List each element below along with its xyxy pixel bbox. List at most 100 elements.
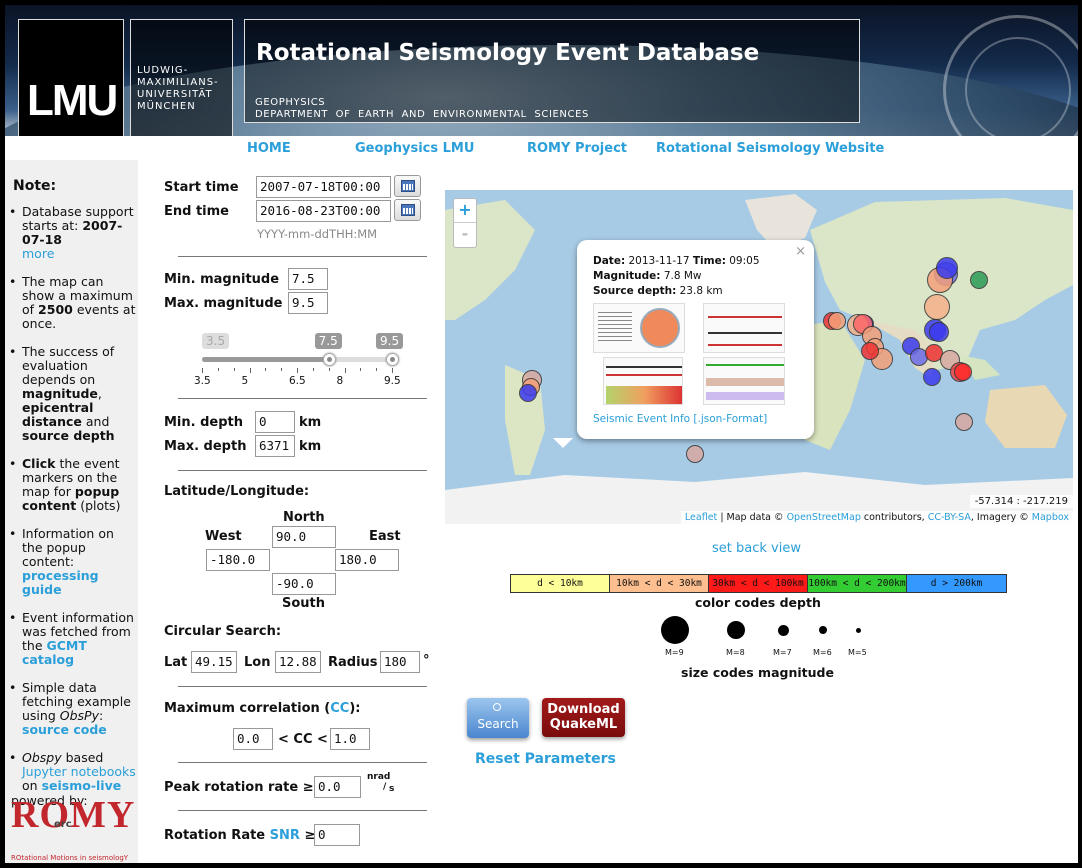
slider-low-handle[interactable] xyxy=(322,353,336,366)
waveform-thumbnail-1[interactable] xyxy=(703,303,785,353)
end-time-input[interactable]: 2016-08-23T00:00 xyxy=(256,200,391,222)
event-marker[interactable] xyxy=(936,257,958,279)
download-quakeml-button[interactable]: Download QuakeML xyxy=(542,698,625,737)
north-input[interactable]: 90.0 xyxy=(272,526,336,548)
east-input[interactable]: 180.0 xyxy=(335,549,399,571)
lmu-logo[interactable]: LMU xyxy=(18,19,124,136)
cc-low-input[interactable]: 0.0 xyxy=(233,728,273,750)
end-calendar-button[interactable] xyxy=(394,199,421,221)
snr-input[interactable]: 0 xyxy=(314,824,360,846)
slider-tick-label: 9.5 xyxy=(384,375,401,387)
slider-tick-label: 8 xyxy=(336,375,344,387)
event-marker[interactable] xyxy=(828,312,846,330)
lat-input[interactable]: 49.15 xyxy=(191,651,237,673)
popup-close-icon[interactable]: × xyxy=(795,244,806,259)
min-depth-input[interactable]: 0 xyxy=(255,411,295,433)
waveform-thumbnail-2[interactable] xyxy=(603,357,683,405)
waveform-thumbnail-3[interactable] xyxy=(703,357,785,405)
min-magnitude-input[interactable]: 7.5 xyxy=(288,268,328,290)
note-obspy-example: Simple data fetching example using ObsPy… xyxy=(5,681,138,737)
magnitude-size-label: M=5 xyxy=(848,648,867,657)
event-marker[interactable] xyxy=(970,271,988,289)
leaflet-link[interactable]: Leaflet xyxy=(685,512,717,523)
event-marker[interactable] xyxy=(686,445,704,463)
magnitude-size-dot xyxy=(819,626,827,634)
slider-high-handle[interactable] xyxy=(386,353,399,366)
start-time-input[interactable]: 2007-07-18T00:00 xyxy=(256,176,391,198)
cc-link[interactable]: CC xyxy=(330,701,349,716)
snr-link[interactable]: SNR xyxy=(270,828,300,843)
event-marker[interactable] xyxy=(954,363,972,381)
west-input[interactable]: -180.0 xyxy=(206,549,270,571)
department-subtitle: GEOPHYSICS DEPARTMENT OF EARTH AND ENVIR… xyxy=(255,97,589,120)
event-map-thumbnail[interactable] xyxy=(593,303,685,353)
event-map[interactable]: + - × Date: 2013-11-17 Time: 09:05 Magni… xyxy=(445,190,1073,524)
source-code-link[interactable]: source code xyxy=(22,722,107,737)
set-back-view-link[interactable]: set back view xyxy=(712,541,801,556)
date-format-hint: YYYY-mm-ddTHH:MM xyxy=(257,227,378,241)
zoom-out-button[interactable]: - xyxy=(454,223,476,247)
slider-tick xyxy=(233,368,235,371)
magnitude-size-dot xyxy=(661,616,689,644)
divider xyxy=(178,686,427,687)
slider-tick xyxy=(265,368,267,371)
event-marker[interactable] xyxy=(929,322,949,342)
event-marker[interactable] xyxy=(861,342,879,360)
radius-input[interactable]: 180 xyxy=(380,651,420,673)
note-gcmt: Event information was fetched from the G… xyxy=(5,611,138,667)
note-click-markers: Click the event markers on the map for p… xyxy=(5,457,138,513)
divider xyxy=(178,810,427,811)
peak-rotation-input[interactable]: 0.0 xyxy=(314,776,361,798)
max-depth-unit: km xyxy=(299,439,322,454)
nav-rotational-seismology-website[interactable]: Rotational Seismology Website xyxy=(656,141,884,156)
search-button[interactable]: Search xyxy=(467,698,529,738)
event-marker[interactable] xyxy=(955,413,973,431)
mapbox-link[interactable]: Mapbox xyxy=(1032,512,1069,523)
nav-romy-project[interactable]: ROMY Project xyxy=(527,141,627,156)
calendar-icon xyxy=(401,180,415,192)
search-button-label: Search xyxy=(477,717,519,731)
depth-bin: d < 10km xyxy=(511,575,610,592)
magnitude-size-dot xyxy=(855,627,861,633)
note-database-start: Database support starts at: 2007-07-18 m… xyxy=(5,205,138,261)
depth-legend-caption: color codes depth xyxy=(695,595,821,610)
romy-logo-text: ROMY xyxy=(11,794,136,836)
processing-guide-link[interactable]: processing guide xyxy=(22,568,99,597)
slider-tick xyxy=(217,368,219,371)
magnitude-size-dot xyxy=(727,621,745,639)
start-calendar-button[interactable] xyxy=(394,175,421,197)
romy-logo[interactable]: ROMY erc ROtational Motions in seismolog… xyxy=(9,794,136,862)
start-time-label: Start time xyxy=(164,180,239,195)
event-marker[interactable] xyxy=(519,384,537,402)
depth-bin: d > 200km xyxy=(907,575,1006,592)
romy-logo-subtitle: ROtational Motions in seismologY xyxy=(11,854,129,862)
osm-link[interactable]: OpenStreetMap xyxy=(787,512,861,523)
popup-json-link[interactable]: Seismic Event Info [.json-Format] xyxy=(593,413,767,425)
cc-by-sa-link[interactable]: CC-BY-SA xyxy=(928,512,971,523)
university-name: LUDWIG- MAXIMILIANS- UNIVERSITÄT MÜNCHEN xyxy=(137,65,219,112)
slider-low-value: 7.5 xyxy=(314,333,342,349)
lon-input[interactable]: 12.88 xyxy=(275,651,321,673)
south-input[interactable]: -90.0 xyxy=(272,573,336,595)
nav-home[interactable]: HOME xyxy=(247,141,291,156)
magnitude-size-dot xyxy=(777,624,789,636)
event-marker[interactable] xyxy=(923,368,941,386)
seismo-live-link[interactable]: seismo-live xyxy=(42,778,122,793)
lmu-logo-text: LMU xyxy=(27,76,118,125)
event-marker[interactable] xyxy=(924,294,950,320)
depth-bin: 100km < d < 200km xyxy=(808,575,907,592)
cc-label: Maximum correlation (CC): xyxy=(164,701,361,716)
cc-high-input[interactable]: 1.0 xyxy=(330,728,370,750)
peak-unit-denominator: s xyxy=(389,784,395,794)
max-magnitude-label: Max. magnitude xyxy=(164,296,283,311)
slider-min-label: 3.5 xyxy=(202,333,230,349)
max-depth-input[interactable]: 6371 xyxy=(255,435,295,457)
reset-parameters-link[interactable]: Reset Parameters xyxy=(475,751,616,767)
jupyter-notebooks-link[interactable]: Jupyter notebooks xyxy=(22,764,136,779)
max-magnitude-input[interactable]: 9.5 xyxy=(288,292,328,314)
more-link[interactable]: more xyxy=(22,246,54,261)
slider-tick xyxy=(297,368,298,373)
zoom-in-button[interactable]: + xyxy=(454,199,476,223)
popup-date-line: Date: 2013-11-17 Time: 09:05 xyxy=(593,255,760,267)
nav-geophysics-lmu[interactable]: Geophysics LMU xyxy=(355,141,474,156)
